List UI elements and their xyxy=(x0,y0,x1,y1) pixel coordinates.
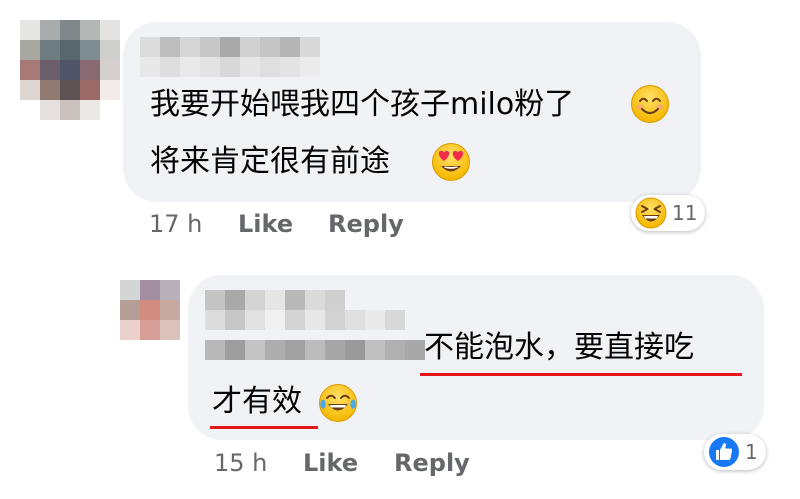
avatar[interactable] xyxy=(20,20,120,120)
laughing-emoji-icon xyxy=(635,197,667,229)
reaction-count-badge[interactable]: 1 xyxy=(704,434,766,470)
comment-text-line-2: 将来肯定很有前途 xyxy=(150,144,390,180)
smiling-emoji-icon xyxy=(630,84,670,128)
comment-timestamp[interactable]: 17 h xyxy=(149,210,202,238)
comment-text-line-2: 才有效 xyxy=(212,384,302,420)
reaction-count: 1 xyxy=(745,440,758,464)
like-button[interactable]: Like xyxy=(238,210,293,238)
reply-button[interactable]: Reply xyxy=(328,210,404,238)
comment-timestamp[interactable]: 15 h xyxy=(214,449,267,477)
author-name-blurred-lower xyxy=(205,310,405,330)
tears-of-joy-emoji-icon xyxy=(318,383,358,427)
thumbs-up-like-icon xyxy=(708,436,740,468)
comment-text: 我要开始喂我四个孩子milo粉了 xyxy=(150,87,575,122)
author-name-blurred-line2 xyxy=(205,340,425,360)
avatar[interactable] xyxy=(120,280,180,340)
author-name-blurred-lower xyxy=(140,57,320,77)
red-underline-annotation xyxy=(210,426,318,429)
red-underline-annotation xyxy=(420,373,742,376)
reply-button[interactable]: Reply xyxy=(394,449,470,477)
comment-text-line-1: 我要开始喂我四个孩子milo粉了 xyxy=(150,87,574,123)
comment-text-line-1: 不能泡水，要直接吃 xyxy=(424,330,694,366)
heart-eyes-emoji-icon xyxy=(431,142,471,186)
author-name-blurred[interactable] xyxy=(205,290,345,310)
reaction-count: 11 xyxy=(672,201,698,225)
reaction-count-badge[interactable]: 11 xyxy=(631,195,706,231)
like-button[interactable]: Like xyxy=(303,449,358,477)
comment-text: 不能泡水，要直接吃 xyxy=(424,330,694,365)
comment-text: 将来肯定很有前途 xyxy=(150,144,390,179)
author-name-blurred[interactable] xyxy=(140,37,320,57)
comment-text: 才有效 xyxy=(212,384,302,419)
